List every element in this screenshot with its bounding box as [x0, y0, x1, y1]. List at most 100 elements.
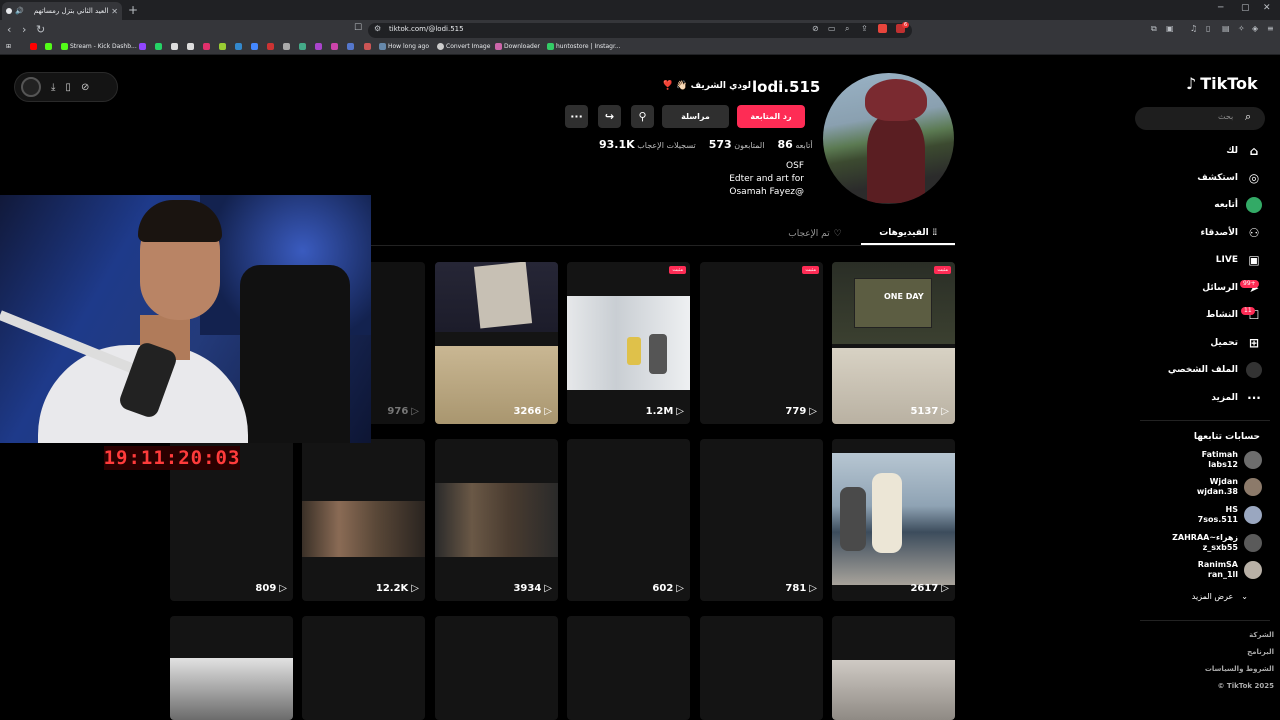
video-card[interactable] [567, 616, 690, 720]
site-info-icon[interactable]: ⚙ [374, 24, 381, 33]
tiktok-logo[interactable]: ♪ TikTok [1186, 74, 1258, 93]
media-icon[interactable]: ♫ [1190, 24, 1197, 33]
extensions-icon[interactable]: ⧉ [1151, 24, 1157, 34]
cast-icon[interactable]: ▭ [828, 24, 836, 33]
bookmark-4[interactable] [267, 43, 274, 50]
add-friend-icon[interactable]: ⚲ [631, 105, 654, 128]
share-icon[interactable]: ⇪ [861, 24, 868, 33]
video-card[interactable]: 781 ▷ [700, 439, 823, 601]
nav-profile[interactable]: الملف الشخصي [1168, 362, 1262, 378]
video-card[interactable] [700, 616, 823, 720]
youtube-bookmark[interactable] [30, 43, 37, 50]
back-button[interactable]: ‹ [7, 23, 11, 36]
record-icon[interactable] [21, 77, 41, 97]
video-card[interactable] [170, 616, 293, 720]
compass-icon[interactable]: ⊘ [81, 82, 89, 93]
forward-button[interactable]: › [22, 23, 26, 36]
wallet-icon[interactable]: ▤ [1222, 24, 1230, 33]
following-account[interactable]: Wjdan wjdan.38 [1197, 477, 1262, 497]
phone-icon[interactable]: ▯ [65, 82, 71, 93]
bookmark-kick-dashboard[interactable]: Stream - Kick Dashb... [61, 43, 137, 50]
video-card[interactable] [435, 616, 558, 720]
tab-liked[interactable]: تم الإعجاب ♡ [770, 222, 860, 245]
bookmark-1[interactable] [219, 43, 226, 50]
audio-icon[interactable]: 🔊 [15, 7, 24, 15]
leo-icon[interactable]: ✧ [1238, 24, 1245, 33]
nav-live[interactable]: LIVE ▣ [1216, 252, 1262, 268]
instagram-bookmark[interactable] [203, 43, 210, 50]
footer-link-terms[interactable]: الشروط والسياسات [1205, 665, 1274, 673]
following-account[interactable]: ZAHRAA~زهراء z_sxb55 [1172, 533, 1262, 553]
follow-back-button[interactable]: رد المتابعة [737, 105, 805, 128]
video-card[interactable]: 12.2K ▷ [302, 439, 425, 601]
menu-icon[interactable]: ≡ [1267, 24, 1274, 33]
bookmark-7[interactable] [315, 43, 322, 50]
video-card[interactable]: مثبت 1.2M ▷ [567, 262, 690, 424]
search-icon[interactable]: ⌕ [1245, 110, 1251, 124]
video-card[interactable] [302, 616, 425, 720]
bookmark-10[interactable] [364, 43, 371, 50]
reload-button[interactable]: ↻ [36, 23, 45, 36]
following-account[interactable]: HS 7sos.511 [1198, 505, 1262, 525]
nav-for-you[interactable]: لك ⌂ [1226, 143, 1262, 159]
see-more-button[interactable]: عرض المزيد ⌄ [1192, 592, 1248, 601]
url-text[interactable]: tiktok.com/@lodi.515 [389, 25, 464, 33]
share-profile-icon[interactable]: ↪ [598, 105, 621, 128]
brave-shield-icon[interactable] [878, 24, 887, 33]
tiktok-bookmark[interactable] [187, 43, 194, 50]
nav-explore[interactable]: استكشف ◎ [1197, 170, 1262, 186]
bookmark-5[interactable] [283, 43, 290, 50]
minimize-button[interactable]: ─ [1218, 3, 1223, 13]
bookmark-how-long-ago[interactable]: How long ago [379, 43, 429, 50]
stat-followers[interactable]: المتابعون 573 [709, 138, 768, 151]
bookmark-star-icon[interactable]: ☐ [354, 23, 362, 33]
video-card[interactable]: 3934 ▷ [435, 439, 558, 601]
vpn-icon[interactable]: ◈ [1252, 24, 1258, 33]
following-account[interactable]: Fatimah labs12 [1202, 450, 1262, 470]
nav-more[interactable]: المزيد ··· [1211, 390, 1262, 406]
bookmark-2[interactable] [235, 43, 242, 50]
video-card[interactable] [832, 616, 955, 720]
maximize-button[interactable]: ▢ [1241, 3, 1250, 13]
tab-videos[interactable]: الفيديوهات ⦙⦙ [861, 222, 955, 245]
stat-following[interactable]: أتابعه 86 [777, 138, 815, 151]
video-off-icon[interactable]: ⊘ [812, 24, 819, 33]
bookmark-convert-image[interactable]: Convert Image [437, 43, 490, 50]
close-window-button[interactable]: ✕ [1263, 3, 1271, 13]
video-card[interactable]: 3266 ▷ [435, 262, 558, 424]
twitch-bookmark[interactable] [139, 43, 146, 50]
video-card[interactable]: 2617 ▷ [832, 439, 955, 601]
play-icon: ▷ [941, 583, 949, 594]
screenshot-icon[interactable]: ▣ [1166, 24, 1174, 33]
download-icon[interactable]: ⤓ [51, 82, 55, 93]
bookmark-3[interactable] [251, 43, 258, 50]
more-options-icon[interactable]: ··· [565, 105, 588, 128]
following-account[interactable]: RanimSA ran_1ll [1198, 560, 1262, 580]
nav-upload[interactable]: تحميل ⊞ [1210, 335, 1262, 351]
video-card[interactable]: مثبت 779 ▷ [700, 262, 823, 424]
bookmark-downloader[interactable]: Downloader [495, 43, 540, 50]
video-card[interactable]: ONE DAY مثبت 5137 ▷ [832, 262, 955, 424]
whatsapp-bookmark[interactable] [155, 43, 162, 50]
footer-link-program[interactable]: البرنامج [1247, 648, 1274, 656]
bookmark-8[interactable] [331, 43, 338, 50]
footer-link-company[interactable]: الشركة [1249, 631, 1274, 639]
browser-tab[interactable]: 🔊 العيد الثاني بتزل رمساتهم ✕ [2, 2, 122, 20]
bookmark-6[interactable] [299, 43, 306, 50]
x-bookmark[interactable] [171, 43, 178, 50]
video-card[interactable]: 602 ▷ [567, 439, 690, 601]
view-count: 12.2K ▷ [376, 583, 419, 594]
zoom-icon[interactable]: ⌕ [845, 24, 849, 34]
new-tab-button[interactable]: + [128, 3, 138, 17]
message-button[interactable]: مراسلة [662, 105, 729, 128]
kick-bookmark[interactable] [45, 43, 52, 50]
apps-icon[interactable]: ⊞ [6, 43, 11, 50]
nav-friends[interactable]: الأصدقاء ⚇ [1200, 225, 1262, 241]
grid-icon: ⦙⦙ [932, 227, 937, 238]
bookmark-9[interactable] [347, 43, 354, 50]
nav-following[interactable]: أتابعه [1214, 197, 1262, 213]
bookmark-huntostore[interactable]: huntostore | Instagr... [547, 43, 621, 50]
sidebar-icon[interactable]: ▯ [1206, 24, 1210, 33]
tab-close-icon[interactable]: ✕ [111, 7, 118, 16]
profile-avatar[interactable] [823, 73, 954, 204]
